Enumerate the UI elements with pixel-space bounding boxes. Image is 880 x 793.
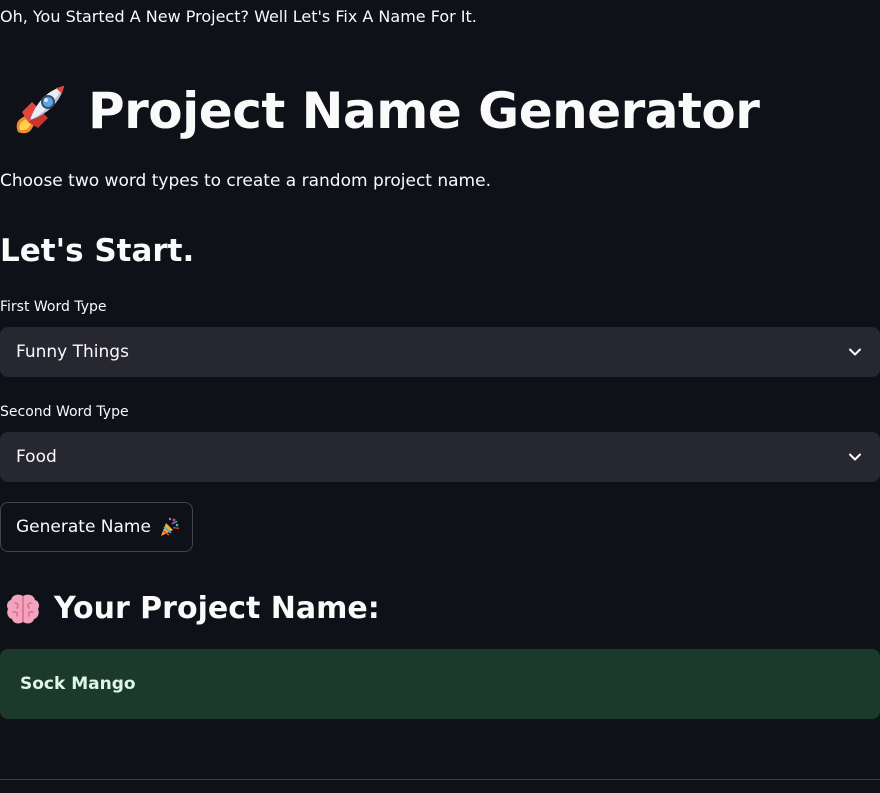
page-subtitle: Choose two word types to create a random… — [0, 171, 491, 191]
brain-icon — [7, 594, 39, 624]
second-word-type-select[interactable]: Food — [0, 432, 880, 482]
page-header: Project Name Generator — [0, 78, 760, 144]
chevron-down-icon — [849, 453, 861, 461]
first-word-type-value: Funny Things — [16, 342, 129, 362]
first-word-type-label: First Word Type — [0, 299, 107, 315]
second-word-type-value: Food — [16, 447, 57, 467]
party-popper-icon — [160, 517, 180, 536]
generated-project-name: Sock Mango — [20, 674, 136, 694]
page-title: Project Name Generator — [88, 82, 760, 140]
project-name-result-box: Sock Mango — [0, 649, 880, 719]
generate-name-label: Generate Name — [16, 517, 151, 537]
rocket-icon — [16, 86, 64, 134]
section-heading: Let's Start. — [0, 233, 195, 269]
second-word-type-label: Second Word Type — [0, 404, 129, 420]
app-page: Oh, You Started A New Project? Well Let'… — [0, 0, 880, 793]
result-heading: Your Project Name: — [54, 591, 380, 626]
first-word-type-select[interactable]: Funny Things — [0, 327, 880, 377]
tagline: Oh, You Started A New Project? Well Let'… — [0, 7, 477, 26]
result-heading-row: Your Project Name: — [0, 588, 380, 630]
chevron-down-icon — [849, 348, 861, 356]
generate-name-button[interactable]: Generate Name — [0, 502, 193, 552]
bottom-divider — [0, 779, 880, 780]
